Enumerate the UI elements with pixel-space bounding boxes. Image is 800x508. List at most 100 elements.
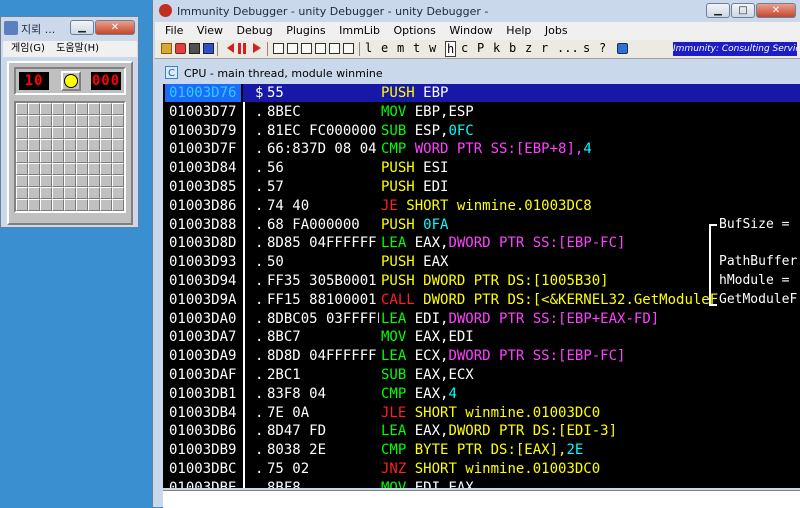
restart-icon[interactable] [175, 43, 186, 54]
mine-cell[interactable] [16, 115, 28, 127]
mine-cell[interactable] [76, 199, 88, 211]
mine-cell[interactable] [112, 151, 124, 163]
mine-cell[interactable] [76, 187, 88, 199]
disasm-row[interactable]: 01003D93. 50 PUSH EAX [163, 253, 800, 271]
mine-cell[interactable] [76, 139, 88, 151]
mine-cell[interactable] [40, 103, 52, 115]
mine-cell[interactable] [100, 115, 112, 127]
rewind-icon[interactable] [223, 43, 234, 53]
mine-cell[interactable] [76, 127, 88, 139]
maximize-button[interactable]: □ [731, 3, 755, 18]
info-pane[interactable] [163, 490, 800, 508]
disasm-row[interactable]: 01003DB1. 83F8 04 CMP EAX,4 [163, 385, 800, 403]
disasm-row[interactable]: 01003DB6. 8D47 FD LEA EAX,DWORD PTR DS:[ED… [163, 422, 800, 440]
toolbar-run-trace-button[interactable]: ... [557, 41, 579, 55]
close-button[interactable]: ✕ [756, 3, 796, 18]
mine-cell[interactable] [52, 199, 64, 211]
mine-cell[interactable] [40, 139, 52, 151]
mine-cell[interactable] [52, 115, 64, 127]
run-icon[interactable] [253, 43, 261, 53]
disasm-row[interactable]: 01003D88. 68 FA000000 PUSH 0FA [163, 216, 800, 234]
mine-cell[interactable] [28, 199, 40, 211]
mine-cell[interactable] [112, 127, 124, 139]
step-into-icon[interactable] [273, 43, 284, 54]
mine-cell[interactable] [16, 175, 28, 187]
mine-cell[interactable] [112, 103, 124, 115]
mine-cell[interactable] [40, 199, 52, 211]
disasm-row[interactable]: 01003D85. 57 PUSH EDI [163, 178, 800, 196]
toolbar-memory-button[interactable]: m [397, 41, 404, 55]
mine-cell[interactable] [64, 163, 76, 175]
mine-cell[interactable] [100, 175, 112, 187]
mine-cell[interactable] [88, 139, 100, 151]
mine-cell[interactable] [64, 151, 76, 163]
mine-cell[interactable] [76, 151, 88, 163]
mine-cell[interactable] [52, 139, 64, 151]
mine-cell[interactable] [100, 139, 112, 151]
mine-cell[interactable] [28, 163, 40, 175]
mine-cell[interactable] [64, 115, 76, 127]
mine-cell[interactable] [52, 151, 64, 163]
mine-cell[interactable] [64, 199, 76, 211]
mine-cell[interactable] [64, 139, 76, 151]
close-file-icon[interactable] [189, 43, 200, 54]
mine-cell[interactable] [112, 199, 124, 211]
disasm-row[interactable]: 01003D8D. 8D85 04FFFFFF LEA EAX,DWORD PTR … [163, 234, 800, 252]
mine-cell[interactable] [28, 127, 40, 139]
mine-cell[interactable] [64, 103, 76, 115]
mine-cell[interactable] [40, 175, 52, 187]
minesweeper-titlebar[interactable]: 지뢰 ... ▁ ✕ [1, 17, 138, 39]
mine-cell[interactable] [16, 103, 28, 115]
smiley-reset-button[interactable] [61, 71, 81, 91]
mine-cell[interactable] [88, 163, 100, 175]
mine-cell[interactable] [28, 187, 40, 199]
mine-cell[interactable] [100, 127, 112, 139]
mine-cell[interactable] [88, 151, 100, 163]
disasm-row[interactable]: 01003D9A. FF15 88100001 CALL DWORD PTR DS:… [163, 291, 800, 309]
toolbar-patches-button[interactable]: P [477, 41, 484, 55]
mine-cell[interactable] [88, 199, 100, 211]
disasm-row[interactable]: 01003D76 $55 PUSH EBP [163, 84, 800, 102]
mine-cell[interactable] [40, 127, 52, 139]
disasm-row[interactable]: 01003D94. FF35 305B0001 PUSH DWORD PTR DS:… [163, 272, 800, 290]
mine-cell[interactable] [64, 127, 76, 139]
mine-cell[interactable] [16, 163, 28, 175]
mine-cell[interactable] [88, 187, 100, 199]
mine-cell[interactable] [52, 163, 64, 175]
disassembly-pane[interactable]: 01003D76 $55 PUSH EBP 01003D77. 8BEC MOV EBP,… [163, 84, 800, 488]
mine-cell[interactable] [40, 187, 52, 199]
mine-cell[interactable] [16, 127, 28, 139]
mine-cell[interactable] [88, 175, 100, 187]
toolbar-help-button[interactable]: ? [599, 41, 606, 55]
disasm-row[interactable]: 01003DBC. 75 02 JNZ SHORT winmine.01003DC0 [163, 460, 800, 478]
toolbar-z-button[interactable]: z [525, 41, 532, 55]
menu-view[interactable]: View [197, 24, 223, 37]
disasm-row[interactable]: 01003DBE. 8BF8 MOV EDI,EAX [163, 479, 800, 488]
mine-cell[interactable] [112, 187, 124, 199]
debugger-titlebar[interactable]: Immunity Debugger - unity Debugger - uni… [153, 0, 800, 22]
execute-till-return-icon[interactable] [329, 43, 340, 54]
toolbar-modules-button[interactable]: e [381, 41, 388, 55]
menu-game[interactable]: 게임(G) [11, 43, 45, 54]
disasm-row[interactable]: 01003D84. 56 PUSH ESI [163, 159, 800, 177]
disasm-row[interactable]: 01003D77. 8BEC MOV EBP,ESP [163, 103, 800, 121]
mine-cell[interactable] [28, 175, 40, 187]
disasm-row[interactable]: 01003DA7. 8BC7 MOV EAX,EDI [163, 328, 800, 346]
mine-cell[interactable] [76, 115, 88, 127]
trace-into-icon[interactable] [301, 43, 312, 54]
trace-over-icon[interactable] [315, 43, 326, 54]
mine-cell[interactable] [16, 139, 28, 151]
close-button[interactable]: ✕ [95, 20, 135, 35]
toolbar-threads-button[interactable]: t [413, 41, 420, 55]
menu-immlib[interactable]: ImmLib [339, 24, 380, 37]
toolbar-handles-button[interactable]: h [445, 41, 457, 57]
mine-cell[interactable] [100, 103, 112, 115]
mine-cell[interactable] [28, 115, 40, 127]
disasm-row[interactable]: 01003DAF. 2BC1 SUB EAX,ECX [163, 366, 800, 384]
mine-cell[interactable] [88, 127, 100, 139]
toolbar-breakpoints-button[interactable]: b [509, 41, 516, 55]
menu-help[interactable]: 도움말(H) [56, 43, 99, 54]
consulting-banner[interactable]: Immunity: Consulting Services [673, 42, 797, 56]
mine-cell[interactable] [76, 163, 88, 175]
minimize-button[interactable]: ▁ [70, 20, 94, 35]
